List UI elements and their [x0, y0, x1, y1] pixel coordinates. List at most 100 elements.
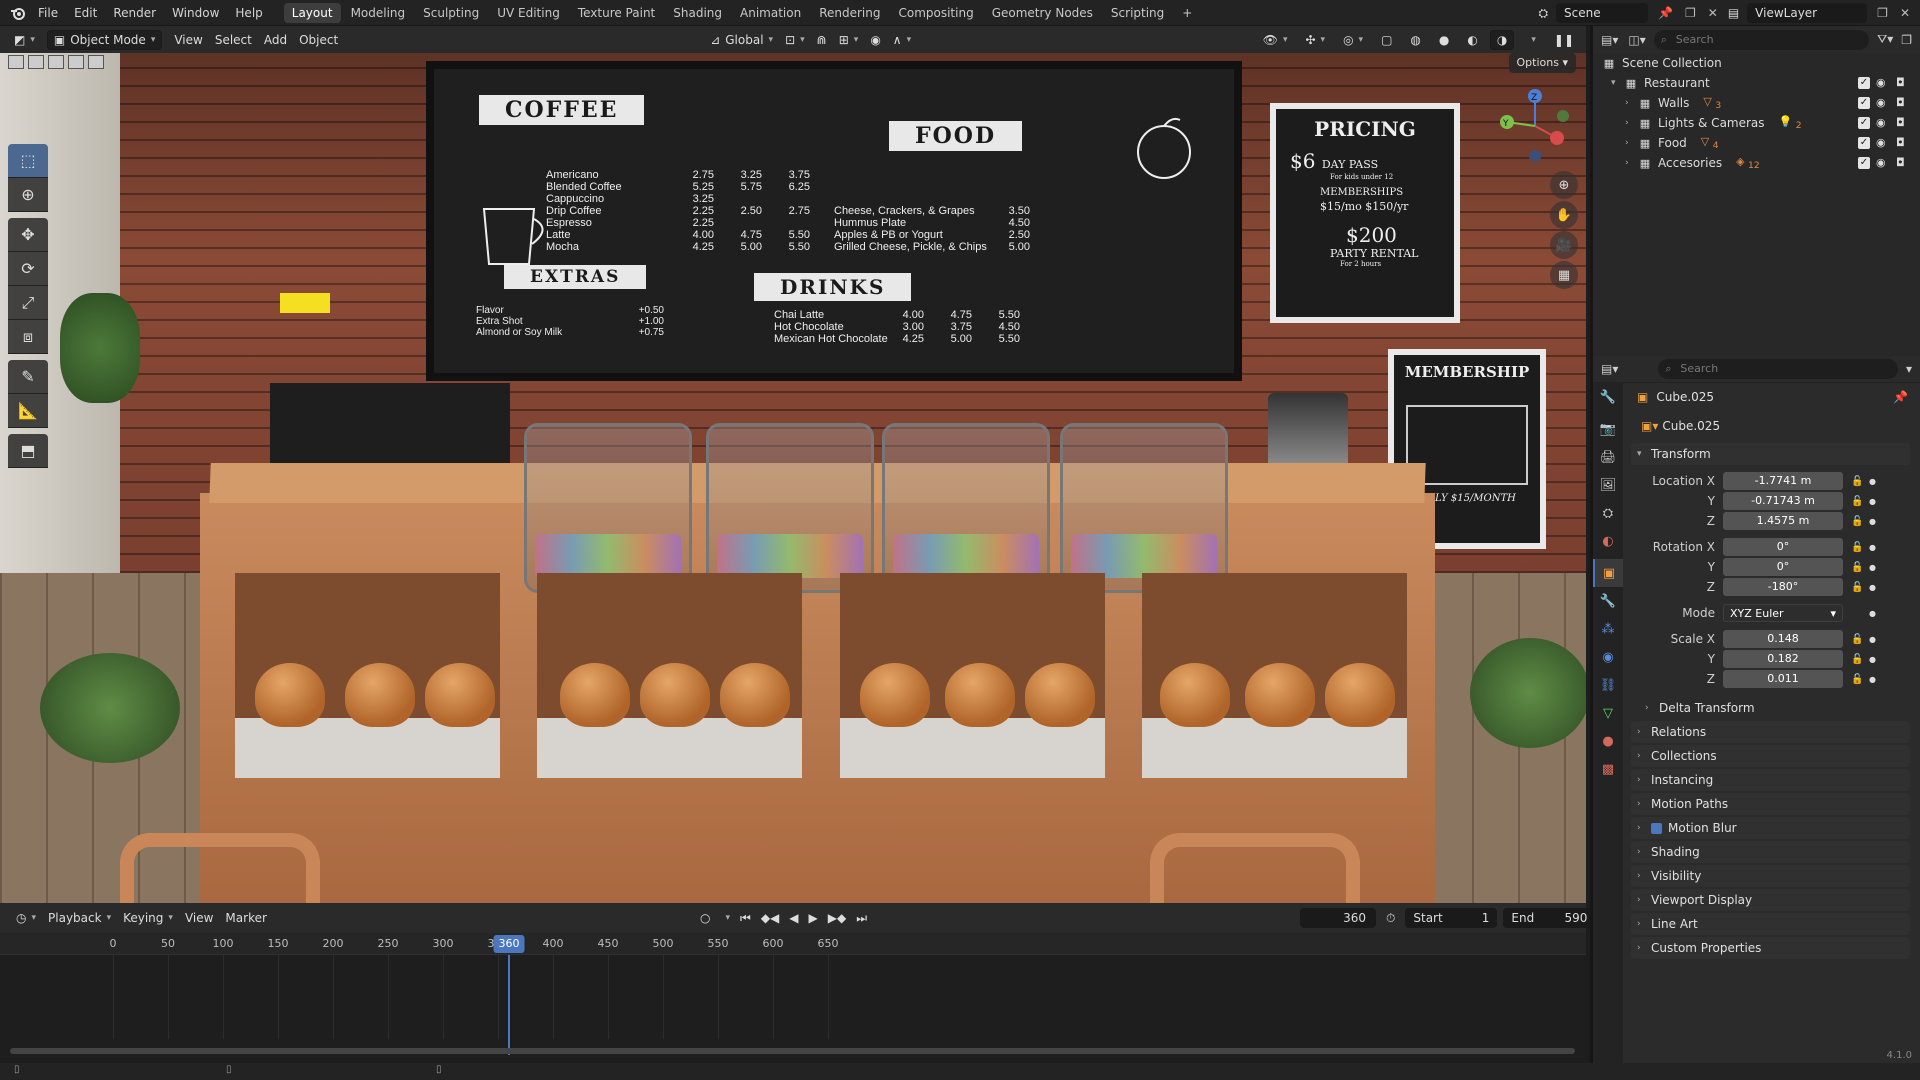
- lock-icon[interactable]: 🔓: [1851, 582, 1865, 593]
- rotate-tool[interactable]: ⟳: [8, 252, 48, 286]
- camera-render-icon[interactable]: ◘: [1896, 117, 1910, 129]
- lock-icon[interactable]: 🔓: [1851, 476, 1865, 487]
- select-mode-buttons[interactable]: [8, 55, 104, 69]
- eye-icon[interactable]: ◉: [1876, 77, 1890, 89]
- blender-logo-icon[interactable]: [6, 0, 30, 26]
- timeline[interactable]: 050100150200250300350400450500550600650 …: [0, 933, 1586, 1063]
- pan-button[interactable]: ✋: [1550, 201, 1578, 229]
- menu-file[interactable]: File: [30, 0, 66, 26]
- lock-icon[interactable]: 🔓: [1851, 562, 1865, 573]
- record-icon[interactable]: ○: [700, 911, 710, 925]
- delete-view-layer-icon[interactable]: ✕: [1900, 6, 1910, 20]
- mode-dropdown[interactable]: ▣ Object Mode ▾: [46, 29, 163, 50]
- menu-help[interactable]: Help: [227, 0, 270, 26]
- tab-data[interactable]: ▽: [1593, 699, 1623, 727]
- timeline-editor-dropdown[interactable]: ◷ ▾: [10, 908, 42, 928]
- transform-tool[interactable]: ⧈: [8, 320, 48, 354]
- shading-rendered[interactable]: ◑: [1489, 29, 1515, 50]
- panel-collections[interactable]: › Collections: [1631, 745, 1910, 767]
- scale-y-field[interactable]: 0.182: [1723, 650, 1843, 668]
- menu-select[interactable]: Select: [209, 30, 258, 50]
- rotation-z-field[interactable]: -180°: [1723, 578, 1843, 596]
- panel-shading[interactable]: › Shading: [1631, 841, 1910, 863]
- object-name-field[interactable]: ▣▾ Cube.025: [1631, 415, 1910, 437]
- tab-modifiers[interactable]: 🔧: [1593, 587, 1623, 615]
- menu-object[interactable]: Object: [293, 30, 344, 50]
- collection-row-food[interactable]: › ▦ Food ▽ 4 ✓ ◉ ◘: [1593, 133, 1920, 153]
- shading-wireframe[interactable]: ◍: [1404, 30, 1426, 50]
- camera-render-icon[interactable]: ◘: [1896, 157, 1910, 169]
- move-tool[interactable]: ✥: [8, 218, 48, 252]
- select-extend-icon[interactable]: [28, 55, 44, 69]
- shading-material[interactable]: ◐: [1461, 30, 1483, 50]
- 3d-viewport[interactable]: COFFEE Americano 2.75 3.25 3.75 Blended Coff…: [0, 53, 1586, 903]
- tab-scene[interactable]: ⛭: [1593, 499, 1623, 527]
- scene-selector[interactable]: Scene: [1556, 3, 1649, 23]
- zoom-button[interactable]: ⊕: [1550, 171, 1578, 199]
- tab-texture[interactable]: ▩: [1593, 755, 1623, 783]
- rotation-x-field[interactable]: 0°: [1723, 538, 1843, 556]
- next-keyframe-icon[interactable]: ▶◆: [828, 911, 846, 925]
- menu-render[interactable]: Render: [105, 0, 164, 26]
- tab-material[interactable]: ●: [1593, 727, 1623, 755]
- select-new-icon[interactable]: [8, 55, 24, 69]
- tab-geometry-nodes[interactable]: Geometry Nodes: [984, 3, 1101, 23]
- outliner-search-input[interactable]: ⌕ Search: [1653, 29, 1870, 50]
- keyframe-dot-icon[interactable]: ●: [1869, 655, 1879, 664]
- scene-icon[interactable]: ⛭: [1538, 6, 1548, 21]
- tab-sculpting[interactable]: Sculpting: [415, 3, 487, 23]
- lock-icon[interactable]: 🔓: [1851, 542, 1865, 553]
- lock-icon[interactable]: 🔓: [1851, 674, 1865, 685]
- tab-compositing[interactable]: Compositing: [890, 3, 981, 23]
- new-scene-icon[interactable]: ❐: [1685, 6, 1696, 20]
- keyframe-dot-icon[interactable]: ●: [1869, 583, 1879, 592]
- playhead[interactable]: [508, 955, 510, 1055]
- shading-dropdown[interactable]: ▾: [1520, 30, 1542, 50]
- measure-tool[interactable]: 📐: [8, 394, 48, 428]
- lock-icon[interactable]: 🔓: [1851, 496, 1865, 507]
- keyframe-dot-icon[interactable]: ●: [1869, 497, 1879, 506]
- eye-icon[interactable]: ◉: [1876, 157, 1890, 169]
- exclude-checkbox[interactable]: ✓: [1858, 157, 1870, 169]
- jump-start-icon[interactable]: ⏮: [740, 911, 751, 926]
- collection-row-lights-cameras[interactable]: › ▦ Lights & Cameras 💡 2 ✓ ◉ ◘: [1593, 113, 1920, 133]
- tab-texture-paint[interactable]: Texture Paint: [570, 3, 663, 23]
- panel-instancing[interactable]: › Instancing: [1631, 769, 1910, 791]
- playback-menu[interactable]: Playback ▾: [42, 908, 117, 928]
- add-workspace-button[interactable]: +: [1174, 3, 1200, 23]
- tab-uv-editing[interactable]: UV Editing: [489, 3, 568, 23]
- location-x-field[interactable]: -1.7741 m: [1723, 472, 1843, 490]
- pin-icon[interactable]: 📌: [1893, 390, 1908, 404]
- tab-modeling[interactable]: Modeling: [343, 3, 414, 23]
- scale-tool[interactable]: ⤢: [8, 286, 48, 320]
- play-reverse-icon[interactable]: ◀: [789, 911, 798, 925]
- collection-row-accesories[interactable]: › ▦ Accesories ◈ 12 ✓ ◉ ◘: [1593, 153, 1920, 173]
- annotate-tool[interactable]: ✎: [8, 360, 48, 394]
- camera-render-icon[interactable]: ◘: [1896, 137, 1910, 149]
- outliner-editor-icon[interactable]: ▤▾: [1601, 33, 1618, 47]
- snap-dropdown[interactable]: ⊞ ▾: [833, 30, 865, 50]
- chevron-down-icon[interactable]: ▾: [1906, 362, 1912, 376]
- delta-transform-panel[interactable]: › Delta Transform: [1627, 697, 1914, 719]
- filter-icon[interactable]: ⛛▾: [1877, 32, 1893, 47]
- tab-output[interactable]: 🖨: [1593, 443, 1623, 471]
- timeline-scrollbar[interactable]: [10, 1048, 1575, 1054]
- menu-add[interactable]: Add: [258, 30, 293, 50]
- tab-world[interactable]: ◐: [1593, 527, 1623, 555]
- panel-visibility[interactable]: › Visibility: [1631, 865, 1910, 887]
- menu-edit[interactable]: Edit: [66, 0, 105, 26]
- camera-render-icon[interactable]: ◘: [1896, 77, 1910, 89]
- pivot-dropdown[interactable]: ⊡ ▾: [779, 30, 811, 50]
- tab-constraints[interactable]: ⛓: [1593, 671, 1623, 699]
- exclude-checkbox[interactable]: ✓: [1858, 137, 1870, 149]
- camera-render-icon[interactable]: ◘: [1896, 97, 1910, 109]
- start-frame-field[interactable]: Start 1: [1405, 908, 1498, 928]
- shading-solid[interactable]: ●: [1433, 30, 1455, 50]
- eye-icon[interactable]: ◉: [1876, 137, 1890, 149]
- camera-view-button[interactable]: 🎥: [1550, 231, 1578, 259]
- menu-view[interactable]: View: [168, 30, 208, 50]
- lock-icon[interactable]: 🔓: [1851, 654, 1865, 665]
- exclude-checkbox[interactable]: ✓: [1858, 97, 1870, 109]
- keyframe-dot-icon[interactable]: ●: [1869, 477, 1879, 486]
- expand-icon[interactable]: ›: [1625, 158, 1637, 168]
